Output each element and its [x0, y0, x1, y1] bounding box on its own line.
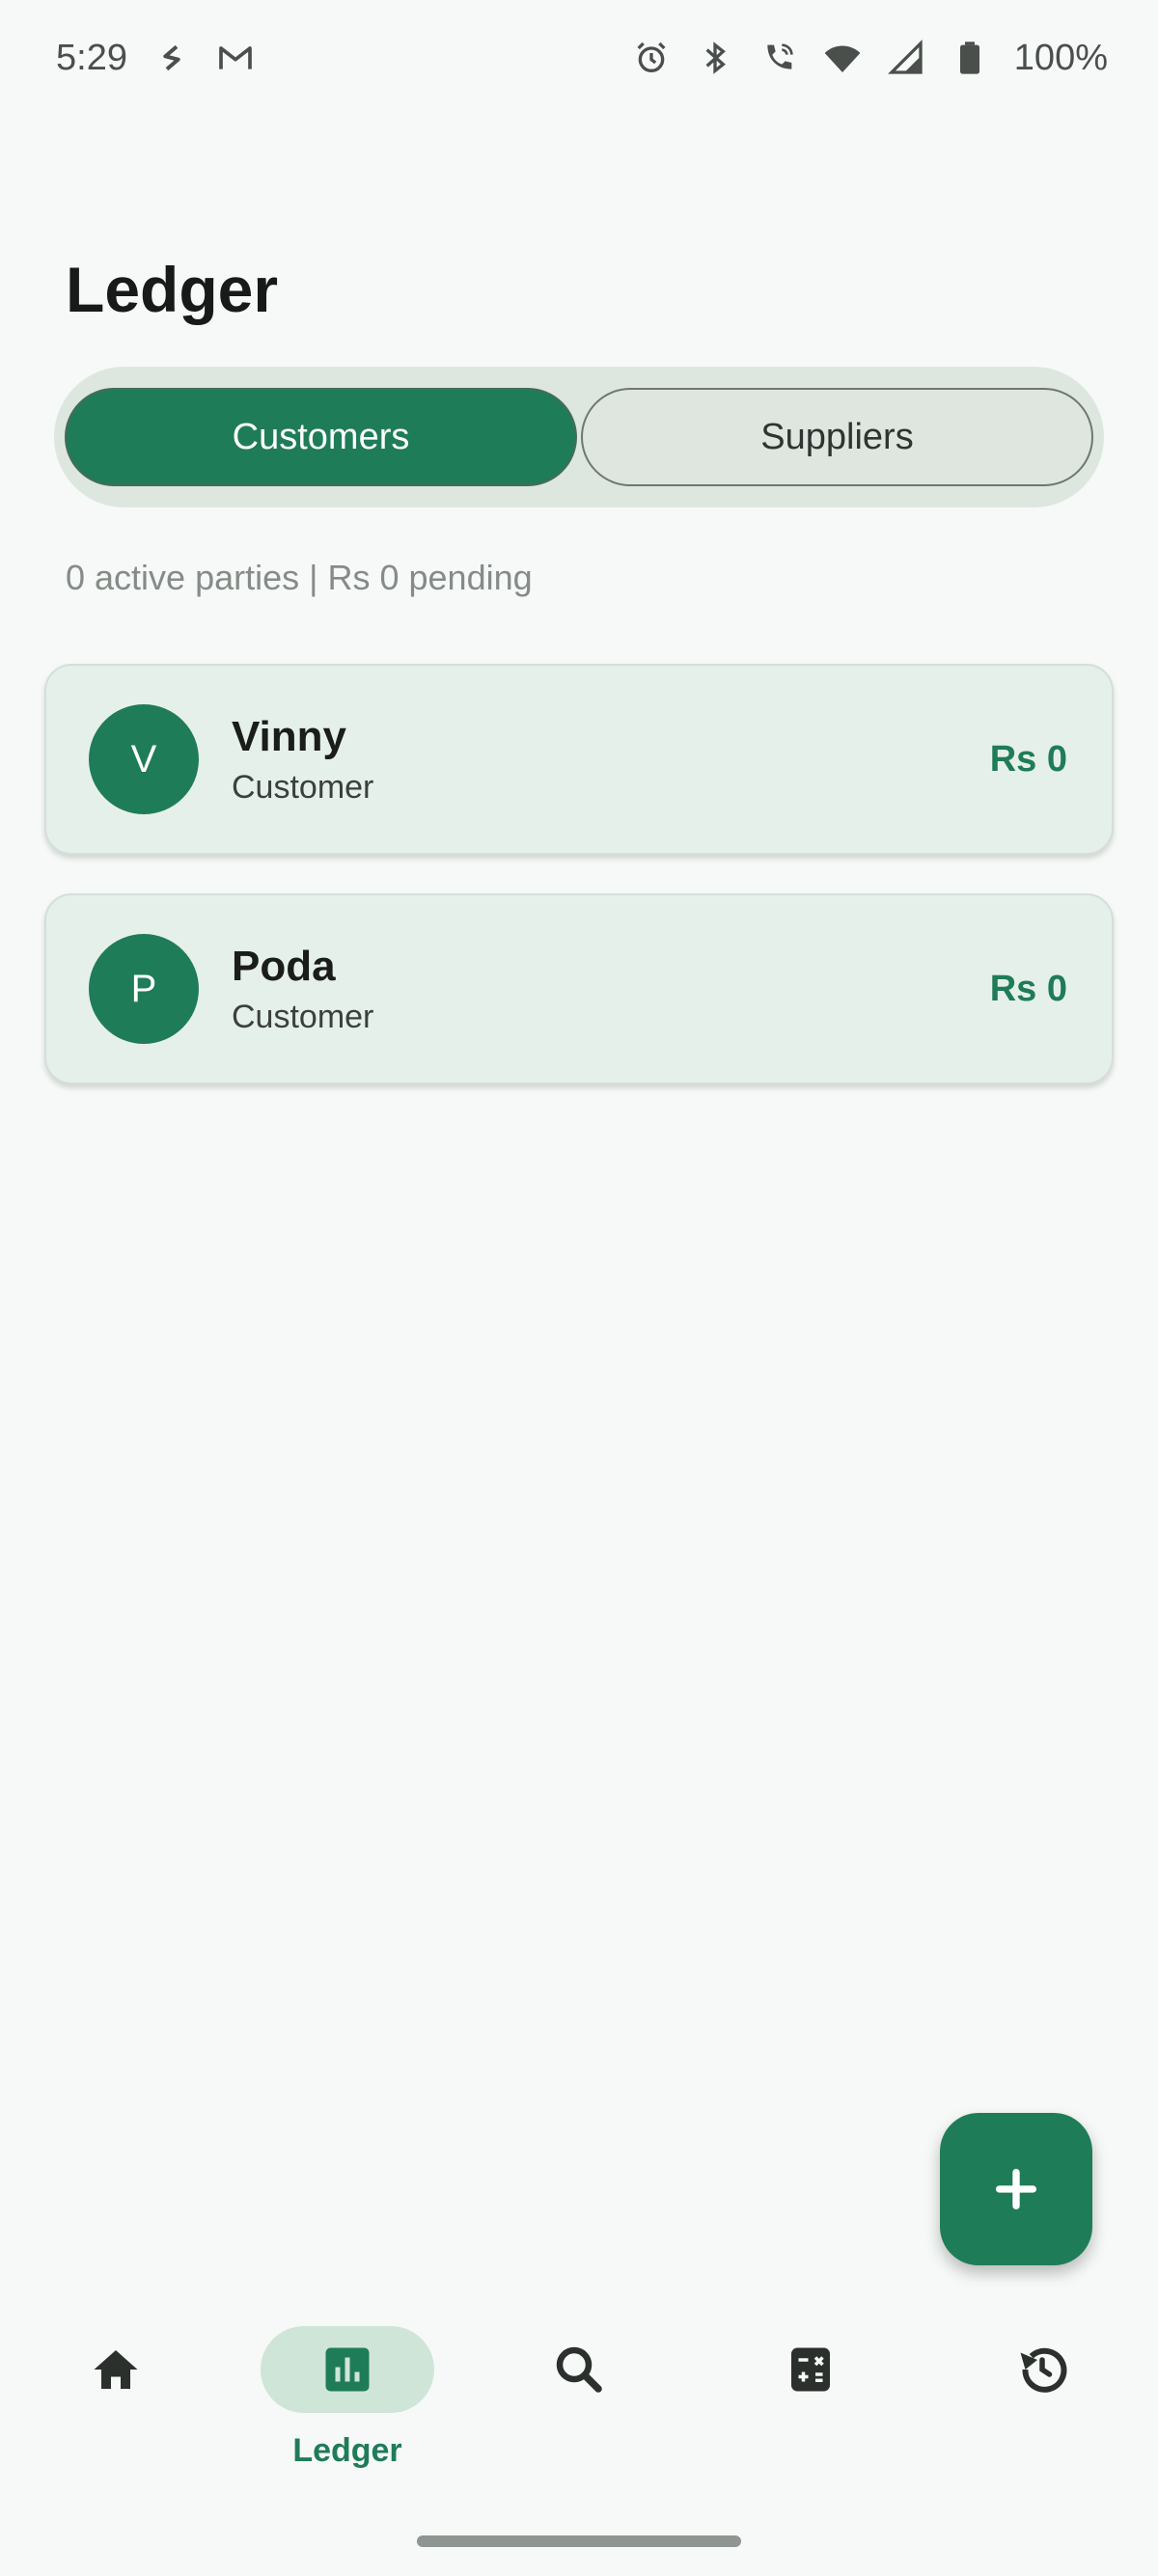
battery-percent: 100% — [1013, 37, 1108, 78]
wifi-calling-icon — [759, 39, 798, 77]
status-right: 100% — [632, 38, 1108, 79]
nav-pill — [261, 2326, 434, 2413]
home-icon — [94, 2350, 138, 2389]
search-icon — [556, 2346, 602, 2393]
bluetooth-icon — [696, 39, 734, 77]
party-info: Poda Customer — [232, 942, 990, 1036]
gmail-icon — [216, 39, 255, 77]
gesture-handle[interactable] — [417, 2535, 741, 2547]
status-bar: 5:29 100% — [0, 0, 1158, 116]
nav-pill — [955, 2326, 1129, 2413]
history-icon — [1020, 2347, 1067, 2393]
bottom-navigation: Ledger — [0, 2291, 1158, 2504]
party-type: Customer — [232, 998, 374, 1035]
party-info: Vinny Customer — [232, 712, 990, 807]
avatar: P — [89, 934, 199, 1044]
nav-label: Ledger — [292, 2432, 402, 2469]
nav-calculator[interactable] — [714, 2326, 907, 2413]
page-title: Ledger — [66, 254, 279, 325]
tab-customers[interactable]: Customers — [65, 388, 577, 486]
add-party-button[interactable] — [940, 2113, 1092, 2265]
calculator-icon — [791, 2347, 830, 2392]
nav-search[interactable] — [482, 2326, 676, 2413]
party-amount: Rs 0 — [989, 738, 1067, 780]
party-type-toggle: Customers Suppliers — [54, 367, 1104, 507]
nav-pill — [724, 2326, 897, 2413]
party-type: Customer — [232, 768, 374, 806]
tab-suppliers[interactable]: Suppliers — [581, 388, 1093, 486]
nav-home[interactable] — [19, 2326, 212, 2413]
nav-history[interactable] — [946, 2326, 1139, 2413]
wifi-icon — [823, 39, 862, 77]
bar-chart-icon — [325, 2347, 370, 2392]
nav-pill — [492, 2326, 666, 2413]
nav-pill — [29, 2326, 203, 2413]
nav-ledger[interactable]: Ledger — [251, 2326, 444, 2470]
party-list: V Vinny Customer Rs 0 P Poda Customer Rs… — [44, 664, 1114, 1123]
s-app-icon — [152, 39, 191, 77]
ledger-screen: 5:29 100% Ledger Customers Suppliers 0 a… — [0, 0, 1158, 2576]
parties-summary: 0 active parties | Rs 0 pending — [66, 558, 533, 597]
party-amount: Rs 0 — [989, 968, 1067, 1009]
battery-icon — [951, 39, 989, 77]
party-name: Poda — [232, 943, 336, 991]
party-card[interactable]: V Vinny Customer Rs 0 — [44, 664, 1114, 855]
alarm-icon — [632, 39, 671, 77]
signal-icon — [887, 39, 925, 77]
party-card[interactable]: P Poda Customer Rs 0 — [44, 893, 1114, 1084]
avatar: V — [89, 704, 199, 814]
status-left: 5:29 — [56, 38, 255, 79]
plus-icon — [995, 2168, 1037, 2210]
party-name: Vinny — [232, 713, 347, 761]
status-time: 5:29 — [56, 37, 127, 78]
